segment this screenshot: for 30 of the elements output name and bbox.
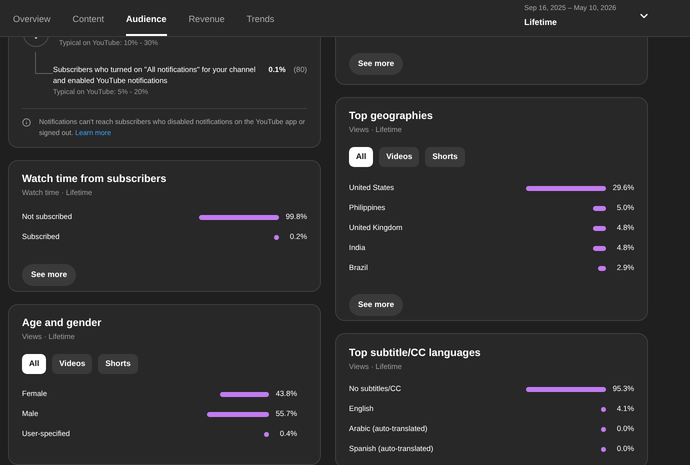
card-title: Age and gender [22,317,102,329]
percentage-bar [601,406,606,412]
see-more-button[interactable]: See more [349,53,404,75]
see-more-button[interactable]: See more [349,294,404,316]
percentage-bar [207,412,269,416]
filter-chip[interactable]: Videos [379,147,420,167]
percentage-bar [592,206,606,210]
tree-connector [35,52,53,74]
see-more-button[interactable]: See more [22,264,76,286]
percentage-bar [601,446,606,452]
nav-tab[interactable]: Revenue [188,0,225,36]
filter-chip[interactable]: Shorts [425,147,465,167]
percentage-bar [220,392,269,396]
percentage-bar [601,426,606,432]
filter-chip[interactable]: Shorts [98,354,138,374]
percentage-bar [598,266,606,270]
percentage-bar [264,432,269,436]
filter-chip[interactable]: All [22,354,46,374]
percentage-bar [593,226,606,230]
card-title: Watch time from subscribers [22,173,168,185]
filter-chip[interactable]: All [349,147,374,167]
info-icon [22,118,31,127]
card-title: Top geographies [349,110,434,122]
card-title: Top subtitle/CC languages [349,347,482,359]
nav-tab[interactable]: Content [72,0,104,36]
percentage-bar [274,234,279,240]
percentage-bar [593,246,606,250]
nav-tab[interactable]: Trends [246,0,274,36]
nav-tab[interactable]: Overview [13,0,51,36]
filter-chip[interactable]: Videos [52,354,92,374]
